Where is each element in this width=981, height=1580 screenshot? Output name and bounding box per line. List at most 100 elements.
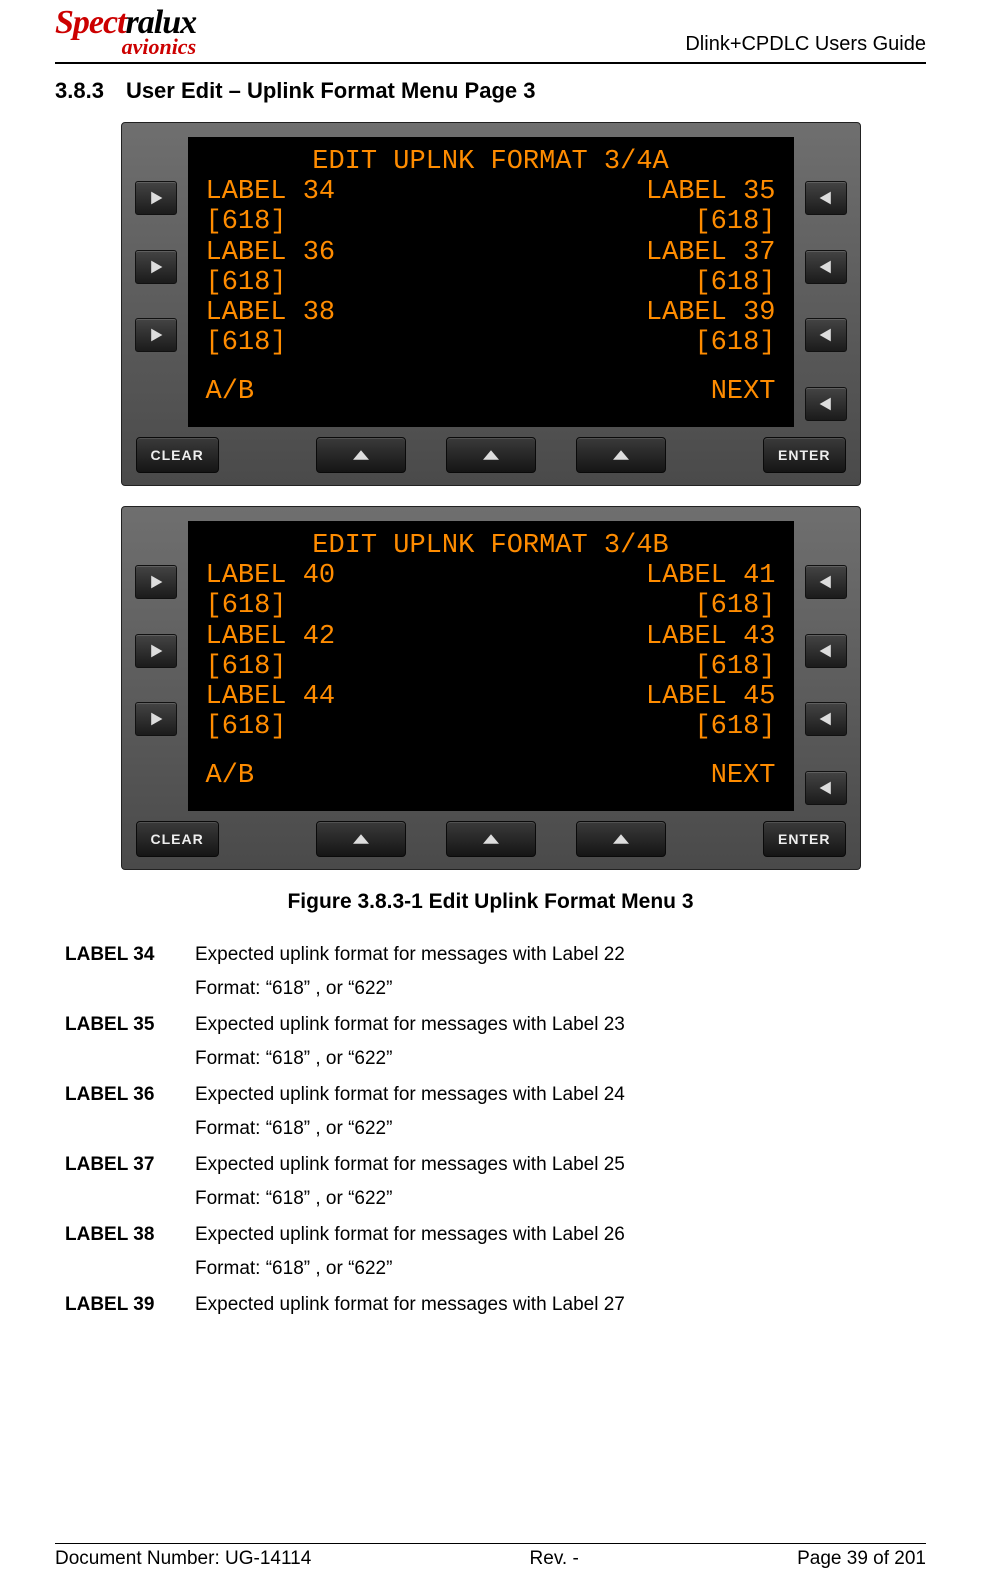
definition-row: LABEL 39Expected uplink format for messa… bbox=[65, 1294, 926, 1316]
left-lsk-column bbox=[132, 137, 180, 427]
lsk-l3[interactable] bbox=[135, 702, 177, 736]
triangle-up-icon bbox=[613, 833, 629, 845]
field-value: [618] bbox=[694, 268, 775, 298]
lsk-l2[interactable] bbox=[135, 634, 177, 668]
definition-line2: Format: “618” , or “622” bbox=[195, 1048, 926, 1070]
up-arrow-button-1[interactable] bbox=[316, 437, 406, 473]
lsk-r2[interactable] bbox=[805, 250, 847, 284]
next-label: NEXT bbox=[711, 761, 776, 791]
lsk-l2[interactable] bbox=[135, 250, 177, 284]
page-header: Spectralux avionics Dlink+CPDLC Users Gu… bbox=[55, 0, 926, 64]
triangle-up-icon bbox=[353, 449, 369, 461]
definitions-list: LABEL 34Expected uplink format for messa… bbox=[65, 944, 926, 1316]
field-value: [618] bbox=[206, 591, 287, 621]
triangle-up-icon bbox=[483, 449, 499, 461]
ab-toggle-label: A/B bbox=[206, 761, 255, 791]
field-label: LABEL 42 bbox=[206, 622, 336, 652]
triangle-left-icon bbox=[818, 259, 834, 275]
triangle-right-icon bbox=[148, 711, 164, 727]
up-arrow-button-3[interactable] bbox=[576, 437, 666, 473]
logo-subtext: avionics bbox=[55, 36, 196, 58]
field-value: [618] bbox=[694, 591, 775, 621]
lsk-l1[interactable] bbox=[135, 181, 177, 215]
right-lsk-column bbox=[802, 137, 850, 427]
triangle-left-icon bbox=[818, 190, 834, 206]
triangle-left-icon bbox=[818, 780, 834, 796]
definition-line1: Expected uplink format for messages with… bbox=[195, 1224, 926, 1246]
triangle-left-icon bbox=[818, 574, 834, 590]
field-value: [618] bbox=[206, 207, 287, 237]
enter-button[interactable]: ENTER bbox=[763, 821, 845, 857]
triangle-right-icon bbox=[148, 327, 164, 343]
field-label: LABEL 41 bbox=[646, 561, 776, 591]
field-label: LABEL 36 bbox=[206, 238, 336, 268]
left-lsk-column bbox=[132, 521, 180, 811]
lsk-r3[interactable] bbox=[805, 702, 847, 736]
definition-term: LABEL 37 bbox=[65, 1154, 195, 1222]
page-footer: Document Number: UG-14114 Rev. - Page 39… bbox=[55, 1543, 926, 1570]
definition-term: LABEL 36 bbox=[65, 1084, 195, 1152]
field-label: LABEL 38 bbox=[206, 298, 336, 328]
field-value: [618] bbox=[694, 328, 775, 358]
definition-body: Expected uplink format for messages with… bbox=[195, 1224, 926, 1292]
field-label: LABEL 34 bbox=[206, 177, 336, 207]
lsk-l1[interactable] bbox=[135, 565, 177, 599]
field-label: LABEL 40 bbox=[206, 561, 336, 591]
up-arrow-button-1[interactable] bbox=[316, 821, 406, 857]
screen-title: EDIT UPLNK FORMAT 3/4B bbox=[206, 531, 776, 561]
triangle-left-icon bbox=[818, 396, 834, 412]
definition-row: LABEL 35Expected uplink format for messa… bbox=[65, 1014, 926, 1082]
lsk-r2[interactable] bbox=[805, 634, 847, 668]
triangle-right-icon bbox=[148, 643, 164, 659]
field-value: [618] bbox=[206, 652, 287, 682]
footer-docnum: Document Number: UG-14114 bbox=[55, 1548, 311, 1570]
triangle-left-icon bbox=[818, 327, 834, 343]
field-value: [618] bbox=[694, 652, 775, 682]
definition-body: Expected uplink format for messages with… bbox=[195, 1294, 926, 1316]
up-arrow-button-2[interactable] bbox=[446, 821, 536, 857]
clear-button[interactable]: CLEAR bbox=[136, 437, 219, 473]
mcdu-panel-b: EDIT UPLNK FORMAT 3/4B LABEL 40LABEL 41 … bbox=[121, 506, 861, 870]
definition-body: Expected uplink format for messages with… bbox=[195, 1014, 926, 1082]
definition-row: LABEL 34Expected uplink format for messa… bbox=[65, 944, 926, 1012]
definition-line1: Expected uplink format for messages with… bbox=[195, 1154, 926, 1176]
definition-line2: Format: “618” , or “622” bbox=[195, 1258, 926, 1280]
definition-term: LABEL 38 bbox=[65, 1224, 195, 1292]
lsk-r1[interactable] bbox=[805, 565, 847, 599]
definition-body: Expected uplink format for messages with… bbox=[195, 1154, 926, 1222]
lsk-r4[interactable] bbox=[805, 387, 847, 421]
triangle-up-icon bbox=[613, 449, 629, 461]
lsk-l3[interactable] bbox=[135, 318, 177, 352]
definition-line2: Format: “618” , or “622” bbox=[195, 1118, 926, 1140]
field-label: LABEL 37 bbox=[646, 238, 776, 268]
brand-logo: Spectralux avionics bbox=[55, 6, 196, 58]
definition-term: LABEL 35 bbox=[65, 1014, 195, 1082]
lsk-r4[interactable] bbox=[805, 771, 847, 805]
right-lsk-column bbox=[802, 521, 850, 811]
section-title: User Edit – Uplink Format Menu Page 3 bbox=[126, 78, 536, 104]
triangle-right-icon bbox=[148, 259, 164, 275]
next-label: NEXT bbox=[711, 377, 776, 407]
clear-button[interactable]: CLEAR bbox=[136, 821, 219, 857]
definition-line1: Expected uplink format for messages with… bbox=[195, 1014, 926, 1036]
field-label: LABEL 44 bbox=[206, 682, 336, 712]
definition-line2: Format: “618” , or “622” bbox=[195, 1188, 926, 1210]
definition-term: LABEL 39 bbox=[65, 1294, 195, 1316]
lsk-r1[interactable] bbox=[805, 181, 847, 215]
enter-button[interactable]: ENTER bbox=[763, 437, 845, 473]
field-label: LABEL 43 bbox=[646, 622, 776, 652]
definition-body: Expected uplink format for messages with… bbox=[195, 1084, 926, 1152]
definition-term: LABEL 34 bbox=[65, 944, 195, 1012]
definition-line1: Expected uplink format for messages with… bbox=[195, 944, 926, 966]
screen-title: EDIT UPLNK FORMAT 3/4A bbox=[206, 147, 776, 177]
ab-toggle-label: A/B bbox=[206, 377, 255, 407]
figure-caption: Figure 3.8.3-1 Edit Uplink Format Menu 3 bbox=[55, 890, 926, 914]
up-arrow-button-3[interactable] bbox=[576, 821, 666, 857]
lsk-r3[interactable] bbox=[805, 318, 847, 352]
definition-row: LABEL 37Expected uplink format for messa… bbox=[65, 1154, 926, 1222]
field-label: LABEL 45 bbox=[646, 682, 776, 712]
up-arrow-button-2[interactable] bbox=[446, 437, 536, 473]
footer-rev: Rev. - bbox=[530, 1548, 579, 1570]
field-value: [618] bbox=[206, 712, 287, 742]
definition-line2: Format: “618” , or “622” bbox=[195, 978, 926, 1000]
